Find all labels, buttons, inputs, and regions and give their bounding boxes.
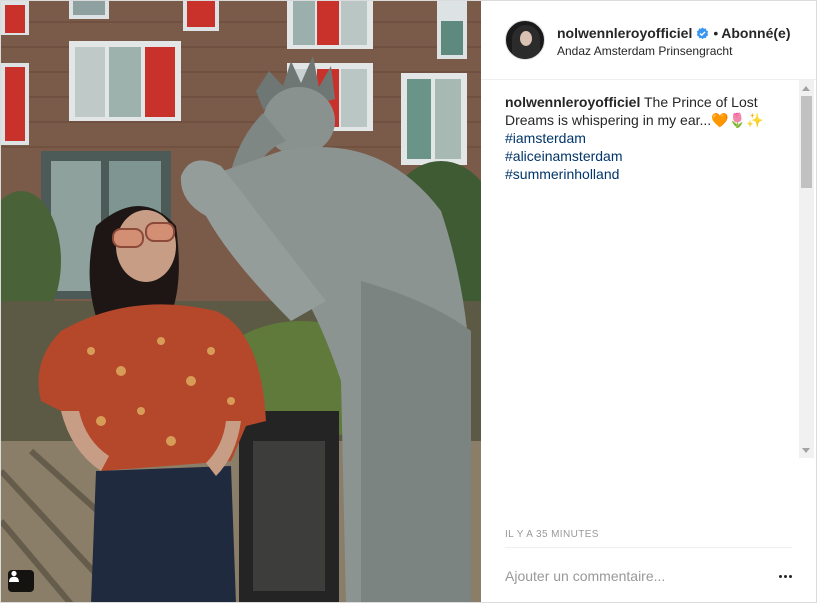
hashtag-aliceinamsterdam[interactable]: #aliceinamsterdam — [505, 147, 791, 165]
avatar[interactable] — [505, 20, 545, 60]
caption-username[interactable]: nolwennleroyofficiel — [505, 94, 640, 110]
post-details-panel: nolwennleroyofficiel • Abonné(e) Andaz A… — [481, 1, 816, 602]
comment-input[interactable] — [505, 566, 755, 586]
more-options-icon[interactable] — [775, 567, 795, 585]
header-user-line: nolwennleroyofficiel • Abonné(e) — [557, 25, 790, 41]
hashtag-iamsterdam[interactable]: #iamsterdam — [505, 129, 791, 147]
hashtag-summerinholland[interactable]: #summerinholland — [505, 165, 791, 183]
separator-dot: • — [713, 25, 719, 41]
post-timestamp[interactable]: IL Y A 35 MINUTES — [505, 529, 599, 540]
caption: nolwennleroyofficiel The Prince of Lost … — [505, 93, 791, 183]
comment-bar — [505, 547, 795, 602]
photo-illustration — [1, 1, 481, 602]
scroll-down-arrow[interactable] — [802, 448, 810, 453]
user-tag-icon — [9, 570, 19, 582]
post-photo[interactable] — [1, 1, 481, 602]
caption-emojis: 🧡🌷✨ — [711, 112, 764, 128]
user-tag-button[interactable] — [8, 570, 34, 592]
comments-scrollbar[interactable] — [799, 80, 814, 458]
scroll-thumb[interactable] — [801, 96, 812, 188]
post-modal: nolwennleroyofficiel • Abonné(e) Andaz A… — [0, 0, 817, 603]
follow-status-button[interactable]: Abonné(e) — [721, 25, 790, 41]
post-header: nolwennleroyofficiel • Abonné(e) Andaz A… — [481, 1, 816, 80]
location-link[interactable]: Andaz Amsterdam Prinsengracht — [557, 44, 732, 58]
username-link[interactable]: nolwennleroyofficiel — [557, 25, 692, 41]
verified-badge-icon — [697, 26, 709, 39]
scroll-up-arrow[interactable] — [802, 86, 810, 91]
